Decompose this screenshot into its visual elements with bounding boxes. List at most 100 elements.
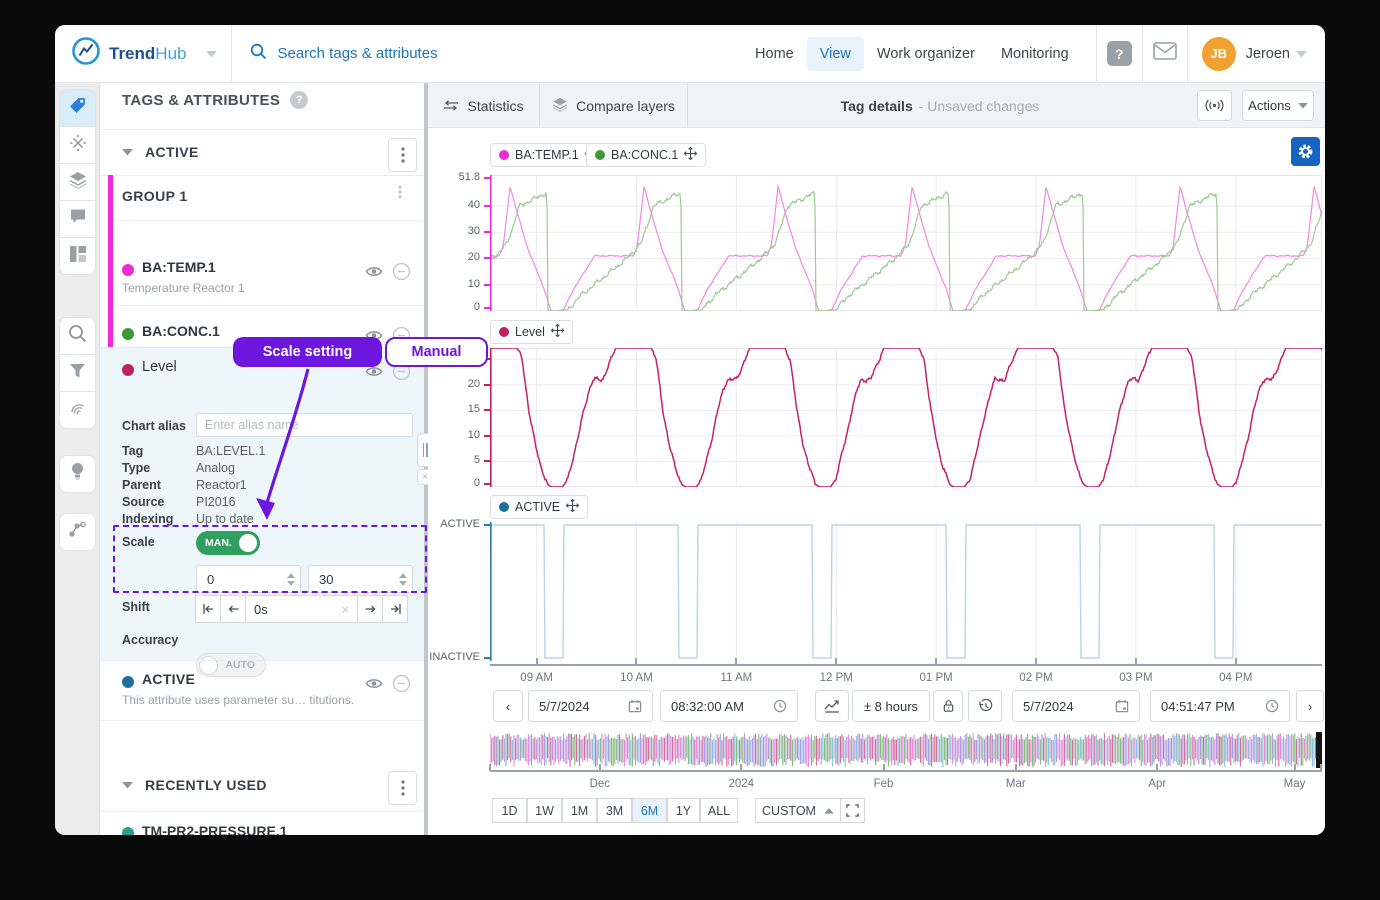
start-date-input[interactable]: 5/7/2024 <box>528 690 653 722</box>
tab-compare-layers[interactable]: Compare layers <box>540 83 688 128</box>
active-state-plot[interactable] <box>490 522 1322 661</box>
shift-far-left-button[interactable] <box>195 595 221 623</box>
group-header[interactable]: GROUP 1 <box>122 188 188 206</box>
move-icon[interactable] <box>551 324 564 340</box>
rail-comments-button[interactable] <box>59 200 96 238</box>
analog-trend-plot[interactable] <box>490 175 1322 311</box>
group-accent-strip <box>108 175 113 347</box>
avatar[interactable]: JB <box>1202 37 1236 71</box>
rail-wand-button[interactable] <box>59 126 96 164</box>
divider <box>1142 25 1143 82</box>
legend-label: BA:CONC.1 <box>611 148 678 162</box>
brand[interactable]: TrendHub <box>55 36 231 71</box>
visibility-eye-icon[interactable] <box>365 265 383 283</box>
step-back-button[interactable]: ‹ <box>493 690 523 722</box>
nav-home[interactable]: Home <box>742 37 807 71</box>
month-tick-label: 2024 <box>728 778 754 790</box>
end-date-input[interactable]: 5/7/2024 <box>1012 690 1140 722</box>
nav-monitoring[interactable]: Monitoring <box>988 37 1082 71</box>
stage: TrendHub Search tags & attributes Home V… <box>0 0 1380 900</box>
search-bar[interactable]: Search tags & attributes <box>232 43 455 64</box>
mail-icon[interactable] <box>1153 42 1177 65</box>
rail-search-button[interactable] <box>59 317 96 355</box>
fit-frame-icon <box>846 804 859 817</box>
help-icon[interactable]: ? <box>1107 41 1132 66</box>
move-icon[interactable] <box>566 499 579 515</box>
month-tick-label: Apr <box>1148 778 1166 790</box>
section-recent-header[interactable]: RECENTLY USED <box>122 776 267 794</box>
trend-compare-button[interactable] <box>815 690 849 722</box>
x-tick-label: 03 PM <box>1119 672 1152 684</box>
shift-value-input[interactable]: 0s × <box>245 595 358 623</box>
remove-minus-icon[interactable] <box>392 262 411 286</box>
timeline-month-labels: Dec2024FebMarAprMay <box>490 772 1322 792</box>
accuracy-auto-toggle[interactable]: AUTO <box>196 653 266 677</box>
zoom-1w[interactable]: 1W <box>527 798 562 823</box>
divider <box>1096 25 1097 82</box>
nav-work-organizer[interactable]: Work organizer <box>864 37 988 71</box>
fingerprint-icon <box>68 398 87 422</box>
visibility-eye-icon[interactable] <box>365 677 383 695</box>
broadcast-button[interactable] <box>1197 90 1232 121</box>
zoom-1d[interactable]: 1D <box>492 798 527 823</box>
zoom-6m[interactable]: 6M <box>632 798 667 823</box>
legend-chip-ba-conc[interactable]: BA:CONC.1 <box>586 143 706 167</box>
legend-chip-level[interactable]: Level <box>490 320 573 344</box>
visibility-eye-icon[interactable] <box>365 365 383 383</box>
lock-range-button[interactable] <box>933 690 963 722</box>
zoom-3m[interactable]: 3M <box>597 798 632 823</box>
rail-layers-button[interactable] <box>59 163 96 201</box>
field-label: Source <box>122 495 164 509</box>
move-icon[interactable] <box>684 147 697 163</box>
tag-desc: Temperature Reactor 1 <box>122 281 245 295</box>
divider <box>1187 25 1188 82</box>
span-button[interactable]: ± 8 hours <box>852 690 930 722</box>
shift-right-button[interactable] <box>357 595 383 623</box>
month-tick-label: Dec <box>590 778 610 790</box>
history-icon <box>978 699 993 713</box>
rail-filter-button[interactable] <box>59 354 96 392</box>
tab-statistics[interactable]: Statistics <box>428 83 540 128</box>
step-forward-button[interactable]: › <box>1296 690 1324 722</box>
rail-dashboard-button[interactable] <box>59 237 96 275</box>
user-name: Jeroen <box>1246 46 1290 62</box>
chevron-down-icon <box>1298 103 1308 109</box>
clock-icon <box>1265 699 1279 713</box>
nav-view[interactable]: View <box>807 37 864 71</box>
zoom-custom[interactable]: CUSTOM <box>755 798 841 823</box>
user-chevron-down-icon[interactable] <box>1296 45 1307 63</box>
legend-chip-active[interactable]: ACTIVE <box>490 495 588 519</box>
fit-view-button[interactable] <box>840 798 865 823</box>
history-button[interactable] <box>968 690 1002 722</box>
group-menu-button[interactable] <box>398 185 402 204</box>
end-date-value: 5/7/2024 <box>1023 699 1074 714</box>
timeline-overview-strip[interactable] <box>490 732 1322 768</box>
rail-fingerprint-button[interactable] <box>59 391 96 429</box>
rail-tags-button[interactable] <box>59 89 96 127</box>
navbar: TrendHub Search tags & attributes Home V… <box>55 25 1325 83</box>
zoom-all[interactable]: ALL <box>700 798 738 823</box>
zoom-1y[interactable]: 1Y <box>667 798 700 823</box>
shift-far-right-button[interactable] <box>382 595 408 623</box>
section-active-menu-button[interactable] <box>388 138 417 172</box>
start-time-input[interactable]: 08:32:00 AM <box>660 690 798 722</box>
remove-minus-icon[interactable] <box>392 674 411 698</box>
shift-left-button[interactable] <box>220 595 246 623</box>
shift-controls: 0s × <box>196 595 408 623</box>
level-trend-plot[interactable] <box>490 348 1322 487</box>
actions-button[interactable]: Actions <box>1242 90 1314 121</box>
tab-label: Compare layers <box>576 98 675 114</box>
end-time-input[interactable]: 04:51:47 PM <box>1150 690 1290 722</box>
rail-insights-button[interactable] <box>59 455 96 493</box>
section-active-header[interactable]: ACTIVE <box>122 143 199 161</box>
panel-help-icon[interactable]: ? <box>290 91 308 109</box>
section-recent-label: RECENTLY USED <box>145 777 267 793</box>
clear-x-icon[interactable]: × <box>341 602 349 617</box>
section-recent-menu-button[interactable] <box>388 771 417 805</box>
legend-color-dot <box>499 150 509 160</box>
brand-chevron-down-icon[interactable] <box>206 45 217 63</box>
legend-color-dot <box>499 502 509 512</box>
zoom-1m[interactable]: 1M <box>562 798 597 823</box>
chart-settings-button[interactable] <box>1291 137 1320 166</box>
rail-context-button[interactable] <box>59 513 96 551</box>
